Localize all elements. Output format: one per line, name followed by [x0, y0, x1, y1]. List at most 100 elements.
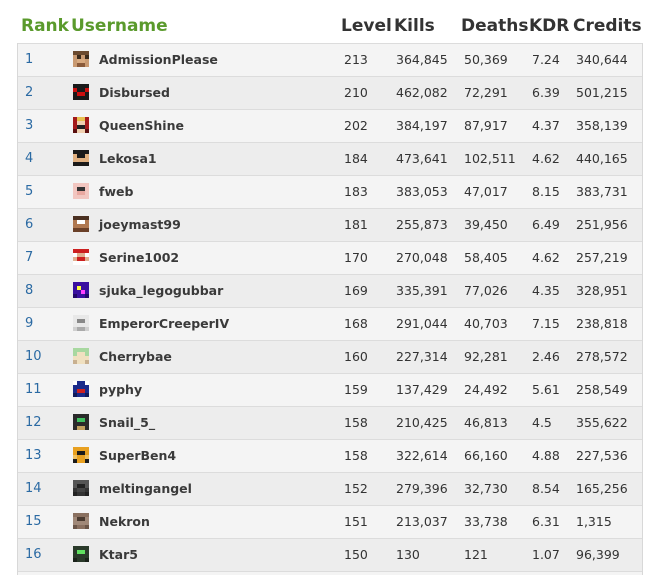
credits-cell: 440,165 — [576, 151, 628, 166]
player-avatar-icon[interactable] — [73, 414, 89, 430]
username-link[interactable]: Disbursed — [99, 77, 170, 109]
table-row[interactable]: 15 Nekron 151 213,037 33,738 6.31 1,315 — [18, 505, 642, 538]
table-row[interactable]: 3 QueenShine 202 384,197 87,917 4.37 358,139 — [18, 109, 642, 142]
deaths-cell: 72,291 — [464, 85, 508, 100]
leaderboard-rows: 1 AdmissionPlease 213 364,845 50,369 7.24 340,… — [17, 43, 643, 575]
username-link[interactable]: sjuka_legogubbar — [99, 275, 223, 307]
kdr-cell: 4.62 — [532, 151, 560, 166]
player-avatar-icon[interactable] — [73, 348, 89, 364]
table-row[interactable] — [18, 571, 642, 575]
table-row[interactable]: 13 SuperBen4 158 322,614 66,160 4.88 227,536 — [18, 439, 642, 472]
table-row[interactable]: 1 AdmissionPlease 213 364,845 50,369 7.24 340,… — [18, 43, 642, 76]
credits-cell: 227,536 — [576, 448, 628, 463]
kills-cell: 364,845 — [396, 52, 448, 67]
kdr-cell: 8.15 — [532, 184, 560, 199]
player-avatar-icon[interactable] — [73, 447, 89, 463]
username-link[interactable]: Cherrybae — [99, 341, 172, 373]
player-avatar-icon[interactable] — [73, 183, 89, 199]
player-avatar-icon[interactable] — [73, 117, 89, 133]
table-row[interactable]: 5 fweb 183 383,053 47,017 8.15 383,731 — [18, 175, 642, 208]
credits-cell: 258,549 — [576, 382, 628, 397]
leaderboard: Rank Username Level Kills Deaths KDR Cre… — [17, 12, 643, 575]
table-row[interactable]: 16 Ktar5 150 130 121 1.07 96,399 — [18, 538, 642, 571]
username-link[interactable]: AdmissionPlease — [99, 44, 218, 76]
table-row[interactable]: 6 joeymast99 181 255,873 39,450 6.49 251,956 — [18, 208, 642, 241]
kdr-cell: 8.54 — [532, 481, 560, 496]
deaths-cell: 77,026 — [464, 283, 508, 298]
rank-cell: 5 — [25, 184, 34, 199]
username-link[interactable]: pyphy — [99, 374, 142, 406]
table-row[interactable]: 8 sjuka_legogubbar 169 335,391 77,026 4.35 328… — [18, 274, 642, 307]
kdr-cell: 6.31 — [532, 514, 560, 529]
player-avatar-icon[interactable] — [73, 546, 89, 562]
column-header-deaths[interactable]: Deaths — [461, 15, 528, 37]
kills-cell: 255,873 — [396, 217, 448, 232]
kdr-cell: 4.35 — [532, 283, 560, 298]
player-avatar-icon[interactable] — [73, 282, 89, 298]
username-link[interactable]: joeymast99 — [99, 209, 181, 241]
rank-cell: 7 — [25, 250, 34, 265]
column-header-credits[interactable]: Credits — [573, 15, 642, 37]
table-row[interactable]: 10 Cherrybae 160 227,314 92,281 2.46 278,572 — [18, 340, 642, 373]
username-link[interactable]: fweb — [99, 176, 133, 208]
kdr-cell: 1.07 — [532, 547, 560, 562]
username-link[interactable]: Snail_5_ — [99, 407, 155, 439]
table-row[interactable]: 4 Lekosa1 184 473,641 102,511 4.62 440,165 — [18, 142, 642, 175]
player-avatar-icon[interactable] — [73, 150, 89, 166]
player-avatar-icon[interactable] — [73, 480, 89, 496]
level-cell: 184 — [344, 151, 368, 166]
rank-cell: 14 — [25, 481, 42, 496]
table-row[interactable]: 9 EmperorCreeperIV 168 291,044 40,703 7.15 238… — [18, 307, 642, 340]
kills-cell: 383,053 — [396, 184, 448, 199]
column-header-username[interactable]: Username — [71, 15, 168, 37]
username-link[interactable]: Serine1002 — [99, 242, 179, 274]
kdr-cell: 6.39 — [532, 85, 560, 100]
kills-cell: 270,048 — [396, 250, 448, 265]
username-link[interactable]: meltingangel — [99, 473, 192, 505]
player-avatar-icon[interactable] — [73, 381, 89, 397]
player-avatar-icon[interactable] — [73, 51, 89, 67]
rank-cell: 1 — [25, 52, 34, 67]
kdr-cell: 4.37 — [532, 118, 560, 133]
player-avatar-icon[interactable] — [73, 315, 89, 331]
kills-cell: 137,429 — [396, 382, 448, 397]
rank-cell: 13 — [25, 448, 42, 463]
table-row[interactable]: 2 Disbursed 210 462,082 72,291 6.39 501,215 — [18, 76, 642, 109]
username-link[interactable]: Nekron — [99, 506, 150, 538]
column-header-level[interactable]: Level — [341, 15, 392, 37]
username-link[interactable]: Lekosa1 — [99, 143, 157, 175]
kdr-cell: 7.24 — [532, 52, 560, 67]
level-cell: 150 — [344, 547, 368, 562]
username-link[interactable]: SuperBen4 — [99, 440, 176, 472]
table-row[interactable]: 11 pyphy 159 137,429 24,492 5.61 258,549 — [18, 373, 642, 406]
username-link[interactable]: EmperorCreeperIV — [99, 308, 229, 340]
kills-cell: 279,396 — [396, 481, 448, 496]
player-avatar-icon[interactable] — [73, 216, 89, 232]
kdr-cell: 4.88 — [532, 448, 560, 463]
column-header-rank[interactable]: Rank — [21, 15, 69, 37]
rank-cell: 11 — [25, 382, 42, 397]
leaderboard-header: Rank Username Level Kills Deaths KDR Cre… — [17, 12, 643, 43]
rank-cell: 16 — [25, 547, 42, 562]
player-avatar-icon[interactable] — [73, 84, 89, 100]
level-cell: 181 — [344, 217, 368, 232]
player-avatar-icon[interactable] — [73, 513, 89, 529]
credits-cell: 358,139 — [576, 118, 628, 133]
table-row[interactable]: 12 Snail_5_ 158 210,425 46,813 4.5 355,622 — [18, 406, 642, 439]
deaths-cell: 24,492 — [464, 382, 508, 397]
username-link[interactable]: QueenShine — [99, 110, 184, 142]
level-cell: 170 — [344, 250, 368, 265]
credits-cell: 355,622 — [576, 415, 628, 430]
column-header-kdr[interactable]: KDR — [529, 15, 569, 37]
player-avatar-icon[interactable] — [73, 249, 89, 265]
level-cell: 169 — [344, 283, 368, 298]
table-row[interactable]: 14 meltingangel 152 279,396 32,730 8.54 165,25… — [18, 472, 642, 505]
username-link[interactable]: Ktar5 — [99, 539, 138, 571]
deaths-cell: 92,281 — [464, 349, 508, 364]
table-row[interactable]: 7 Serine1002 170 270,048 58,405 4.62 257,219 — [18, 241, 642, 274]
credits-cell: 257,219 — [576, 250, 628, 265]
level-cell: 202 — [344, 118, 368, 133]
deaths-cell: 47,017 — [464, 184, 508, 199]
column-header-kills[interactable]: Kills — [394, 15, 435, 37]
deaths-cell: 102,511 — [464, 151, 516, 166]
